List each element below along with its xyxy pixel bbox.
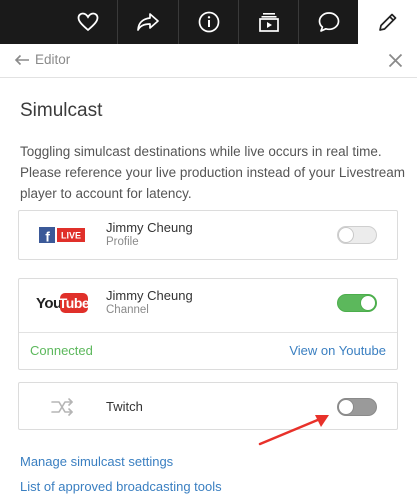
youtube-logo: You Tube xyxy=(19,279,105,327)
youtube-simulcast-toggle[interactable] xyxy=(337,294,377,312)
facebook-logo-f: f xyxy=(45,229,50,244)
manage-simulcast-settings-link[interactable]: Manage simulcast settings xyxy=(20,454,173,469)
twitch-simulcast-toggle[interactable] xyxy=(337,398,377,416)
annotation-arrow-icon xyxy=(258,415,329,446)
back-to-editor-button[interactable]: Editor xyxy=(14,52,70,67)
pencil-icon[interactable] xyxy=(358,0,417,44)
connection-status: Connected xyxy=(30,343,93,358)
facebook-simulcast-toggle[interactable] xyxy=(337,226,377,244)
live-badge-text: LIVE xyxy=(61,231,81,241)
approved-broadcasting-tools-link[interactable]: List of approved broadcasting tools xyxy=(20,479,222,494)
top-toolbar xyxy=(0,0,417,44)
heart-icon[interactable] xyxy=(58,0,117,44)
destination-card-facebook: f LIVE Jimmy Cheung Profile xyxy=(18,210,398,260)
destination-name: Jimmy Cheung xyxy=(106,288,193,303)
chat-bubble-icon[interactable] xyxy=(299,0,358,44)
twitch-placeholder-icon xyxy=(19,383,105,431)
editor-header: Editor xyxy=(0,44,417,78)
youtube-logo-tube: Tube xyxy=(59,295,88,311)
destination-card-twitch: Twitch xyxy=(18,382,398,430)
simulcast-description: Toggling simulcast destinations while li… xyxy=(20,144,405,201)
back-label: Editor xyxy=(35,52,71,67)
destination-name: Twitch xyxy=(106,399,143,414)
media-stack-icon[interactable] xyxy=(239,0,298,44)
info-icon[interactable] xyxy=(179,0,238,44)
destination-card-youtube: You Tube Jimmy Cheung Channel Connected … xyxy=(18,278,398,370)
youtube-card-footer: Connected View on Youtube xyxy=(19,332,397,369)
destination-type: Profile xyxy=(106,236,139,248)
destination-name: Jimmy Cheung xyxy=(106,220,193,235)
facebook-live-logo: f LIVE xyxy=(19,211,105,259)
page-title: Simulcast xyxy=(20,100,103,121)
back-arrow-icon xyxy=(14,54,29,65)
share-arrow-icon[interactable] xyxy=(118,0,178,44)
destination-type: Channel xyxy=(106,304,149,316)
close-icon[interactable] xyxy=(388,53,403,73)
view-on-youtube-link[interactable]: View on Youtube xyxy=(289,343,386,358)
